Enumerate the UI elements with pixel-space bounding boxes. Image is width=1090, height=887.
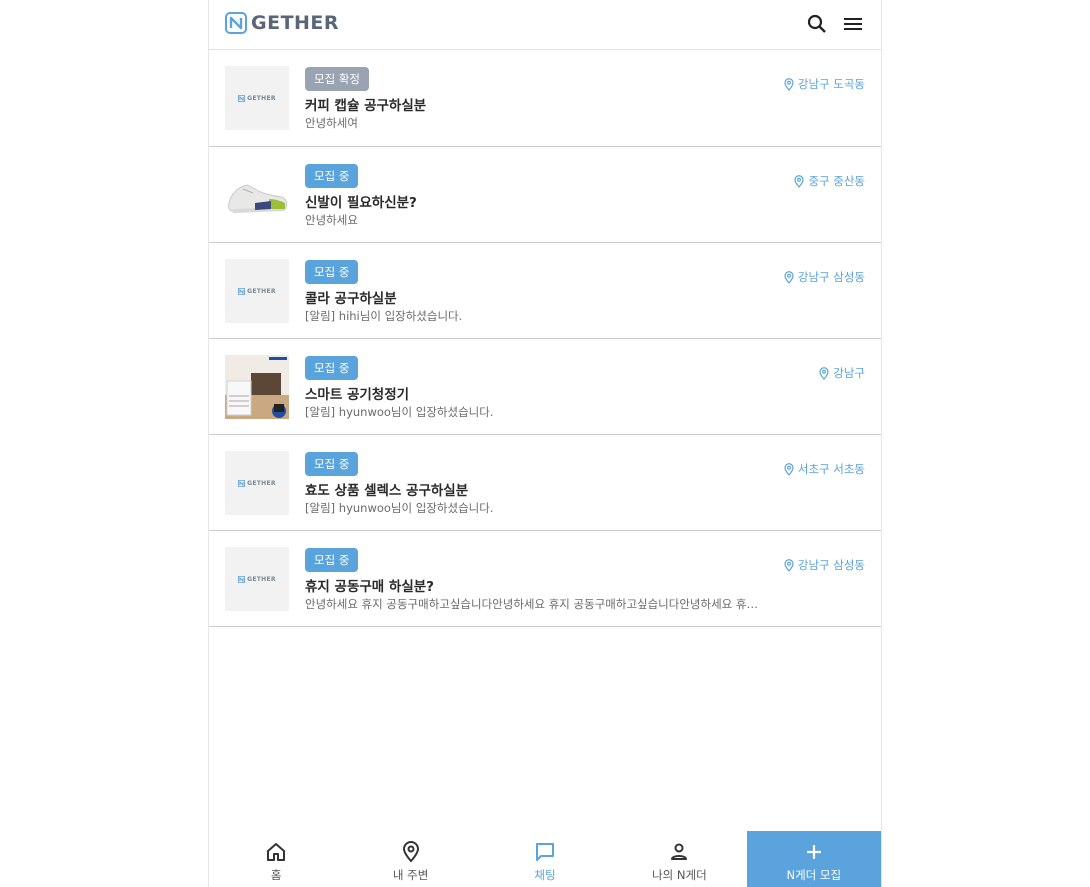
gether-logo-placeholder: GETHER [238,575,276,583]
last-message: [알림] hyunwoo님이 입장하셨습니다. [305,405,494,419]
chat-location-text: 강남구 삼성동 [797,270,865,284]
nav-nearby[interactable]: 내 주변 [343,831,477,887]
chat-location-text: 강남구 도곡동 [797,77,865,91]
sneaker-image [228,184,288,213]
last-message: 안녕하세요 휴지 공동구매하고싶습니다안녕하세요 휴지 공동구매하고싶습니다안녕… [305,597,765,611]
plus-icon [806,845,821,859]
location-pin-icon [784,270,794,284]
last-message: [알림] hyunwoo님이 입장하셨습니다. [305,501,494,515]
last-message: [알림] hihi님이 입장하셨습니다. [305,309,463,323]
chat-thumbnail: GETHER [225,66,289,130]
create-gether-label: N게더 모집 [786,868,842,882]
chat-location: 강남구 삼성동 [783,557,865,573]
chat-location: 중구 중산동 [793,173,865,189]
location-pin-icon [402,841,419,863]
chat-list: GETHER 모집 확정 커피 캡슐 공구하실분 안녕하세여 강남구 도곡동 모집 중 신발… [209,50,881,627]
gether-logo-placeholder: GETHER [238,287,276,295]
chat-thumbnail: GETHER [225,259,289,323]
location-pin-icon [794,174,805,188]
chat-location-text: 서초구 서초동 [797,462,865,476]
chat-icon [535,843,554,861]
recruit-status-badge: 모집 확정 [305,67,369,91]
air-purifier-image [225,355,289,419]
chat-title: 신발이 필요하신분? [305,195,417,211]
person-icon [671,843,688,860]
nav-my[interactable]: 나의 N게더 [612,831,746,887]
nav-chat[interactable]: 채팅 [478,831,612,887]
create-gether-button[interactable]: N게더 모집 [746,831,881,887]
chat-location-text: 중구 중산동 [808,174,865,188]
location-pin-icon [784,77,794,91]
top-header: GETHER [209,0,881,50]
chat-location: 강남구 도곡동 [783,76,865,92]
recruit-status-badge: 모집 중 [305,548,359,572]
location-pin-icon [784,558,794,572]
nav-chat-label: 채팅 [534,868,556,882]
nav-home[interactable]: 홈 [209,831,343,887]
chat-location: 강남구 삼성동 [783,269,865,285]
chat-title: 효도 상품 셀렉스 공구하실분 [305,483,469,499]
menu-icon[interactable] [841,12,865,36]
recruit-status-badge: 모집 중 [305,452,359,476]
chat-thumbnail [225,163,289,227]
search-icon[interactable] [805,12,829,36]
bottom-navigation: 홈 내 주변 채팅 나의 N게더 N게더 모집 [209,831,881,887]
home-icon [267,843,286,861]
chat-title: 스마트 공기청정기 [305,387,410,403]
nav-home-label: 홈 [270,868,282,882]
chat-list-item[interactable]: GETHER 모집 확정커피 캡슐 공구하실분안녕하세여 강남구 도곡동 [209,50,881,147]
recruit-status-badge: 모집 중 [305,356,359,380]
chat-location-text: 강남구 [833,366,865,380]
nav-my-label: 나의 N게더 [652,868,707,882]
chat-thumbnail: GETHER [225,547,289,611]
recruit-status-badge: 모집 중 [305,164,359,188]
chat-location-text: 강남구 삼성동 [797,558,865,572]
chat-list-item[interactable]: 모집 중신발이 필요하신분? 안녕하세요 중구 중산동 [209,147,881,243]
nav-nearby-label: 내 주변 [392,868,429,882]
last-message: 안녕하세요 [305,213,358,227]
chat-list-item[interactable]: GETHER 모집 중휴지 공동구매 하실분? 안녕하세요 휴지 공동구매하고싶습니… [209,531,881,627]
gether-logo-placeholder: GETHER [238,479,276,487]
chat-thumbnail [225,355,289,419]
recruit-status-badge: 모집 중 [305,260,359,284]
location-pin-icon [784,462,794,476]
chat-title: 커피 캡슐 공구하실분 [305,98,427,114]
last-message: 안녕하세여 [305,116,358,130]
chat-location: 강남구 [818,365,865,381]
chat-thumbnail: GETHER [225,451,289,515]
gether-logo-placeholder: GETHER [238,94,276,102]
app-container: GETHER GETHER 모집 확정커피 캡슐 공구하실분안녕하세여 강남구 도곡… [208,0,882,887]
chat-title: 콜라 공구하실분 [305,291,397,307]
chat-list-item[interactable]: 모집 중스마트 공기청정기 [알림] hyunwoo님이 입장하셨습니다. 강남구 [209,339,881,435]
chat-list-item[interactable]: GETHER 모집 중콜라 공구하실분 [알림] hihi님이 입장하셨습니다. 강남… [209,243,881,339]
logo-text: GETHER [251,12,340,34]
n-logo-icon [225,12,247,34]
location-pin-icon [819,366,829,380]
chat-title: 휴지 공동구매 하실분? [305,579,435,595]
gether-logo[interactable]: GETHER [225,12,339,34]
chat-list-item[interactable]: GETHER 모집 중효도 상품 셀렉스 공구하실분 [알림] hyunwoo님이 … [209,435,881,531]
chat-location: 서초구 서초동 [783,461,865,477]
